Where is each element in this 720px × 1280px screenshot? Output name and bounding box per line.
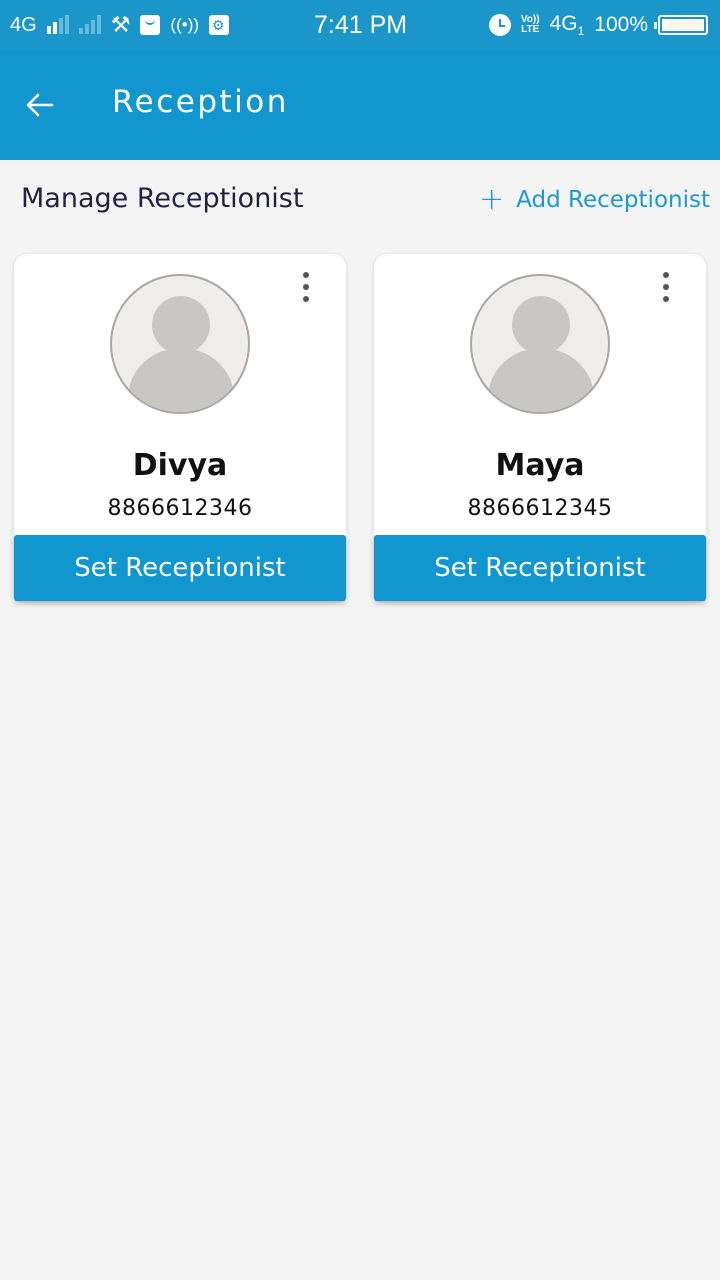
page-title: Reception [112,84,289,120]
receptionist-card: Maya 8866612345 Set Receptionist [374,254,706,601]
add-receptionist-label: Add Receptionist [516,187,710,213]
app-bar: Reception [0,50,720,160]
receptionist-card: Divya 8866612346 Set Receptionist [14,254,346,601]
avatar [110,274,250,414]
network-type: 4G [10,13,37,36]
volte-icon: Vo)) LTE [520,14,540,35]
set-receptionist-button[interactable]: Set Receptionist [374,535,706,601]
hotspot-icon: ((•)) [170,15,200,34]
set-receptionist-button[interactable]: Set Receptionist [14,535,346,601]
usb-icon [209,15,230,35]
add-receptionist-button[interactable]: + Add Receptionist [479,185,710,215]
more-options-icon[interactable] [296,272,316,302]
signal-icon [46,15,69,34]
status-bar: 4G ⚒ ((•)) 7:41 PM Vo)) LTE 4G1 100% [0,0,720,50]
more-options-icon[interactable] [656,272,676,302]
network-type-right: 4G1 [549,11,585,39]
plus-icon: + [479,182,505,217]
signal-faded-icon [78,15,101,34]
avatar [470,274,610,414]
section-title: Manage Receptionist [21,183,304,214]
battery-percent: 100% [594,13,648,36]
tools-icon: ⚒ [110,12,131,37]
receptionist-name: Divya [132,448,228,483]
back-button[interactable] [18,83,62,127]
status-left: 4G ⚒ ((•)) [10,0,230,50]
receptionist-phone: 8866612346 [107,496,253,521]
battery-icon [654,15,708,35]
status-right: Vo)) LTE 4G1 100% [488,0,708,50]
arrow-left-icon [26,93,54,117]
status-time: 7:41 PM [314,10,408,39]
alarm-icon [488,14,511,36]
receptionist-phone: 8866612345 [467,496,613,521]
shopping-bag-icon [140,15,161,35]
receptionist-name: Maya [495,448,585,483]
